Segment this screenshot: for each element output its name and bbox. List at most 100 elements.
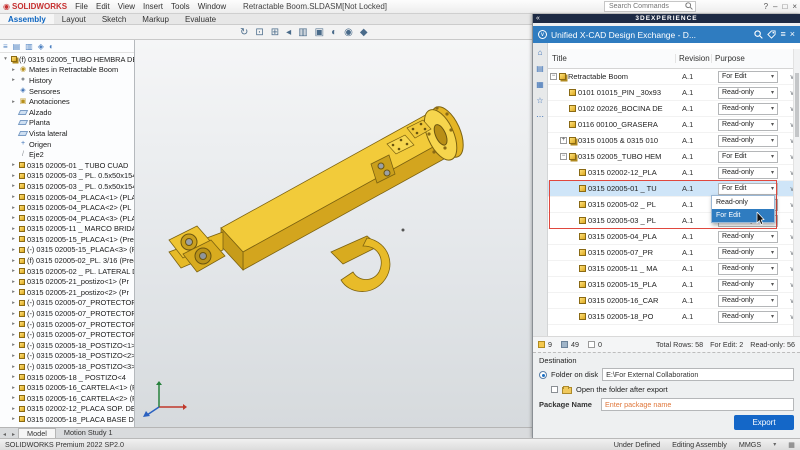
- search-input[interactable]: [607, 2, 683, 11]
- dimxpert-manager-icon[interactable]: ◈: [38, 42, 44, 51]
- home-icon[interactable]: ⌂: [538, 48, 543, 57]
- tree-expander-icon[interactable]: ▸: [10, 173, 17, 179]
- more-icon[interactable]: ⋯: [536, 112, 544, 121]
- appearances-icon[interactable]: ◆: [360, 26, 368, 39]
- folder-path-input[interactable]: [602, 368, 794, 381]
- tree-expander-icon[interactable]: ▸: [10, 258, 17, 264]
- row-expander-icon[interactable]: +: [560, 137, 567, 144]
- tree-item[interactable]: ▸●History: [2, 75, 134, 86]
- dropdown-option-readonly[interactable]: Read-only: [712, 196, 774, 209]
- tree-item[interactable]: Vista lateral: [2, 128, 134, 139]
- tree-expander-icon[interactable]: ▸: [10, 67, 17, 73]
- table-row[interactable]: 0315 02002-12_PLAA.1Read-only▾∨: [548, 165, 800, 181]
- tree-expander-icon[interactable]: ▸: [10, 289, 17, 295]
- tree-expander-icon[interactable]: ▸: [10, 205, 17, 211]
- results-icon[interactable]: ▤: [536, 64, 544, 73]
- tree-item[interactable]: ▸0315 02005-11 _ MARCO BRIDA: [2, 224, 134, 235]
- tag-icon[interactable]: [767, 30, 776, 39]
- tree-item[interactable]: ▸0315 02005-21_postizo<2> (Pr: [2, 287, 134, 298]
- tree-item[interactable]: ▸0315 02005-04_PLACA<2> (PL: [2, 202, 134, 213]
- purpose-dropdown[interactable]: Read-only▾: [718, 119, 778, 131]
- tree-item[interactable]: ▾(f) 0315 02005_TUBO HEMBRA DE E: [2, 54, 134, 65]
- purpose-dropdown[interactable]: Read-only▾: [718, 167, 778, 179]
- table-row[interactable]: 0101 01015_PIN _30x93A.1Read-only▾∨: [548, 85, 800, 101]
- tree-item[interactable]: /Eje2: [2, 149, 134, 160]
- tree-item[interactable]: +Origen: [2, 139, 134, 150]
- maximize-icon[interactable]: □: [782, 2, 787, 11]
- table-row[interactable]: −Retractable BoomA.1For Edit▾∨: [548, 69, 800, 85]
- minimize-icon[interactable]: –: [773, 2, 777, 11]
- display-style-icon[interactable]: ◐: [331, 26, 337, 39]
- tree-item[interactable]: ▸0315 02005-16_CARTELA<2> (P: [2, 393, 134, 404]
- property-manager-icon[interactable]: ▤: [13, 42, 21, 51]
- tree-expander-icon[interactable]: ▸: [10, 226, 17, 232]
- tree-expander-icon[interactable]: ▸: [10, 162, 17, 168]
- purpose-dropdown[interactable]: Read-only▾: [718, 263, 778, 275]
- table-row[interactable]: −0315 02005_TUBO HEMA.1For Edit▾∨: [548, 149, 800, 165]
- ribbon-tab-markup[interactable]: Markup: [134, 14, 177, 24]
- ribbon-tab-assembly[interactable]: Assembly: [0, 14, 54, 24]
- table-row[interactable]: 0315 02005-18_POA.1Read-only▾∨: [548, 309, 800, 325]
- purpose-dropdown[interactable]: Read-only▾: [718, 295, 778, 307]
- ribbon-tab-layout[interactable]: Layout: [54, 14, 94, 24]
- tree-item[interactable]: Alzado: [2, 107, 134, 118]
- package-name-input[interactable]: [601, 398, 794, 411]
- close-window-icon[interactable]: ×: [792, 2, 797, 11]
- tree-item[interactable]: ▸0315 02005-03 _ PL. 0.5x50x154: [2, 181, 134, 192]
- tree-expander-icon[interactable]: ▸: [10, 268, 17, 274]
- table-row[interactable]: 0315 02005-15_PLAA.1Read-only▾∨: [548, 277, 800, 293]
- purpose-dropdown[interactable]: Read-only▾: [718, 231, 778, 243]
- table-row[interactable]: 0315 02005-04_PLAA.1Read-only▾∨: [548, 229, 800, 245]
- panel-close-icon[interactable]: ×: [790, 30, 795, 39]
- tree-item[interactable]: ▸(-) 0315 02005-07_PROTECTOR: [2, 298, 134, 309]
- tree-item[interactable]: ▸(-) 0315 02005-07_PROTECTOR: [2, 319, 134, 330]
- tree-expander-icon[interactable]: ▸: [10, 279, 17, 285]
- tree-expander-icon[interactable]: ▸: [10, 364, 17, 370]
- folder-on-disk-radio[interactable]: [539, 371, 547, 379]
- scrollbar-thumb[interactable]: [795, 73, 799, 137]
- tree-expander-icon[interactable]: ▸: [10, 236, 17, 242]
- help-icon[interactable]: ?: [764, 2, 768, 11]
- tree-expander-icon[interactable]: ▸: [10, 416, 17, 422]
- menu-file[interactable]: File: [71, 2, 92, 11]
- tree-item[interactable]: ▸0315 02005-04_PLACA<1> (PLA: [2, 192, 134, 203]
- panel-menu-icon[interactable]: ≡: [780, 30, 785, 39]
- tree-expander-icon[interactable]: ▸: [10, 332, 17, 338]
- zoom-fit-icon[interactable]: ⊡: [255, 26, 263, 39]
- tree-item[interactable]: ▸0315 02005-01 _ TUBO CUAD: [2, 160, 134, 171]
- purpose-dropdown[interactable]: Read-only▾: [718, 87, 778, 99]
- tab-scroll-right-icon[interactable]: ▸: [9, 431, 18, 438]
- tree-expander-icon[interactable]: ▸: [10, 99, 17, 105]
- tab-model[interactable]: Model: [18, 428, 56, 438]
- tree-item[interactable]: ▸0315 02005-15_PLACA<1> (Pre: [2, 234, 134, 245]
- display-manager-icon[interactable]: ◐: [49, 42, 54, 51]
- collapse-panel-icon[interactable]: «: [536, 15, 541, 22]
- graphics-viewport[interactable]: [135, 40, 532, 427]
- tree-item[interactable]: ▸(f) 0315 02005-02_PL. 3/16 (Pred: [2, 255, 134, 266]
- configuration-manager-icon[interactable]: ▥: [25, 42, 33, 51]
- boom-model[interactable]: [135, 40, 532, 427]
- tab-motion-study[interactable]: Motion Study 1: [56, 428, 121, 438]
- purpose-dropdown[interactable]: Read-only▾: [718, 103, 778, 115]
- tree-item[interactable]: ▸0315 02005-21_postizo<1> (Pr: [2, 276, 134, 287]
- row-expander-icon[interactable]: −: [550, 73, 557, 80]
- tab-scroll-left-icon[interactable]: ◂: [0, 431, 9, 438]
- purpose-dropdown[interactable]: Read-only▾: [718, 279, 778, 291]
- open-folder-checkbox[interactable]: [551, 386, 558, 393]
- command-search[interactable]: [604, 1, 696, 12]
- tree-item[interactable]: ▸(-) 0315 02005-18_POSTIZO<1>: [2, 340, 134, 351]
- tree-expander-icon[interactable]: ▸: [10, 342, 17, 348]
- section-view-icon[interactable]: ▥: [298, 26, 307, 39]
- chevron-circle-icon[interactable]: ∨: [538, 30, 547, 39]
- table-row[interactable]: 0315 02005-07_PRA.1Read-only▾∨: [548, 245, 800, 261]
- tree-item[interactable]: ▸◉Mates in Retractable Boom: [2, 65, 134, 76]
- tree-item[interactable]: ▸(-) 0315 02005-18_POSTIZO<2>: [2, 351, 134, 362]
- purpose-dropdown[interactable]: Read-only▾: [718, 135, 778, 147]
- table-row[interactable]: 0116 00100_GRASERAA.1Read-only▾∨: [548, 117, 800, 133]
- tree-item[interactable]: ▸0315 02005-03 _ PL. 0.5x50x154: [2, 171, 134, 182]
- table-row[interactable]: 0315 02005-11 _ MAA.1Read-only▾∨: [548, 261, 800, 277]
- menu-insert[interactable]: Insert: [139, 2, 167, 11]
- table-scrollbar[interactable]: [793, 49, 800, 336]
- favorites-icon[interactable]: ☆: [536, 96, 543, 105]
- purpose-dropdown[interactable]: For Edit▾: [718, 183, 778, 195]
